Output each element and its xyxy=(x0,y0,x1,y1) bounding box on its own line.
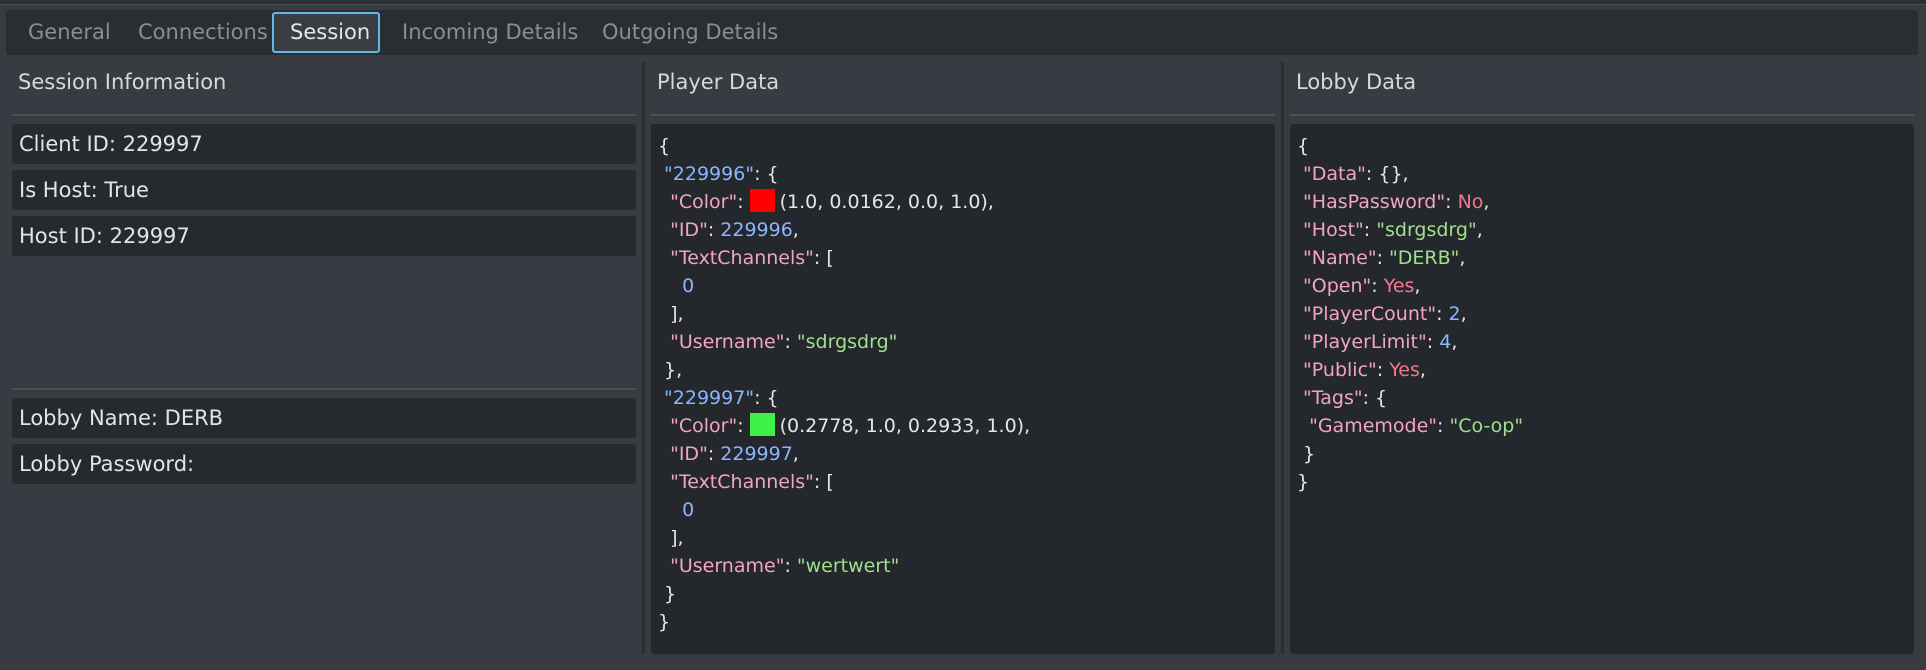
color-swatch xyxy=(749,413,775,436)
json-key: "Username" xyxy=(670,331,785,353)
json-number: 229996 xyxy=(720,219,793,241)
json-boolean: Yes xyxy=(1383,275,1415,297)
lobby-name-label: Lobby Name: xyxy=(19,406,165,430)
tab-connections[interactable]: Connections xyxy=(122,12,284,53)
player-data-json[interactable]: { "229996": { "Color": (1.0, 0.0162, 0.0… xyxy=(651,124,1275,654)
json-key: "Host" xyxy=(1303,219,1364,241)
player-key: "229997" xyxy=(664,387,755,409)
session-information-title: Session Information xyxy=(18,70,227,94)
lobby-name-row: Lobby Name: DERB xyxy=(12,398,636,438)
separator xyxy=(12,388,636,390)
host-id-row: Host ID: 229997 xyxy=(12,216,636,256)
json-key: "Color" xyxy=(670,191,738,213)
json-object: {} xyxy=(1378,163,1403,185)
is-host-value: True xyxy=(104,178,149,202)
tab-outgoing-details[interactable]: Outgoing Details xyxy=(586,12,794,53)
color-swatch xyxy=(749,189,775,212)
client-id-value: 229997 xyxy=(122,132,203,156)
session-information-panel: Session Information Client ID: 229997 Is… xyxy=(12,62,636,662)
json-number: 2 xyxy=(1448,303,1461,325)
json-key: "TextChannels" xyxy=(670,471,814,493)
json-key: "TextChannels" xyxy=(670,247,814,269)
client-id-row: Client ID: 229997 xyxy=(12,124,636,164)
tab-incoming-details[interactable]: Incoming Details xyxy=(386,12,594,53)
json-key: "Open" xyxy=(1303,275,1372,297)
lobby-password-row: Lobby Password: xyxy=(12,444,636,484)
json-number: 0 xyxy=(682,275,695,297)
is-host-label: Is Host: xyxy=(19,178,105,202)
lobby-data-panel: Lobby Data { "Data": {}, "HasPassword": … xyxy=(1290,62,1914,662)
json-string: "wertwert" xyxy=(796,555,900,577)
lobby-data-json[interactable]: { "Data": {}, "HasPassword": No, "Host":… xyxy=(1290,124,1914,654)
separator xyxy=(1290,114,1914,116)
json-key: "Tags" xyxy=(1303,387,1363,409)
lobby-password-label: Lobby Password: xyxy=(19,452,195,476)
json-key: "Username" xyxy=(670,555,785,577)
json-number: 229997 xyxy=(720,443,793,465)
json-number: 4 xyxy=(1439,331,1452,353)
player-data-panel: Player Data { "229996": { "Color": (1.0,… xyxy=(651,62,1275,662)
player-key: "229996" xyxy=(664,163,755,185)
host-id-label: Host ID: xyxy=(19,224,110,248)
json-number: 0 xyxy=(682,499,695,521)
color-value: (0.2778, 1.0, 0.2933, 1.0) xyxy=(779,415,1025,437)
json-key: "Public" xyxy=(1303,359,1377,381)
lobby-name-value: DERB xyxy=(164,406,224,430)
json-key: "ID" xyxy=(670,443,708,465)
json-boolean: No xyxy=(1457,191,1484,213)
separator xyxy=(651,114,1275,116)
json-key: "PlayerCount" xyxy=(1303,303,1437,325)
json-key: "Gamemode" xyxy=(1309,415,1438,437)
json-string: "Co-op" xyxy=(1449,415,1524,437)
window-top-edge xyxy=(0,0,1926,5)
json-key: "Name" xyxy=(1303,247,1377,269)
separator xyxy=(12,114,636,116)
tab-session[interactable]: Session xyxy=(272,12,380,53)
lobby-data-title: Lobby Data xyxy=(1296,70,1417,94)
json-boolean: Yes xyxy=(1389,359,1420,381)
json-string: "sdrgsdrg" xyxy=(796,331,898,353)
json-key: "HasPassword" xyxy=(1303,191,1446,213)
json-string: "sdrgsdrg" xyxy=(1376,219,1477,241)
is-host-row: Is Host: True xyxy=(12,170,636,210)
client-id-label: Client ID: xyxy=(19,132,123,156)
color-value: (1.0, 0.0162, 0.0, 1.0) xyxy=(779,191,988,213)
column-divider xyxy=(642,62,645,654)
json-key: "Color" xyxy=(670,415,738,437)
host-id-value: 229997 xyxy=(109,224,190,248)
json-key: "Data" xyxy=(1303,163,1366,185)
json-key: "ID" xyxy=(670,219,708,241)
tab-bar: General Connections Session Incoming Det… xyxy=(6,10,1918,55)
tab-general[interactable]: General xyxy=(12,12,127,53)
player-data-title: Player Data xyxy=(657,70,780,94)
json-string: "DERB" xyxy=(1389,247,1460,269)
json-key: "PlayerLimit" xyxy=(1303,331,1427,353)
column-divider xyxy=(1281,62,1284,654)
